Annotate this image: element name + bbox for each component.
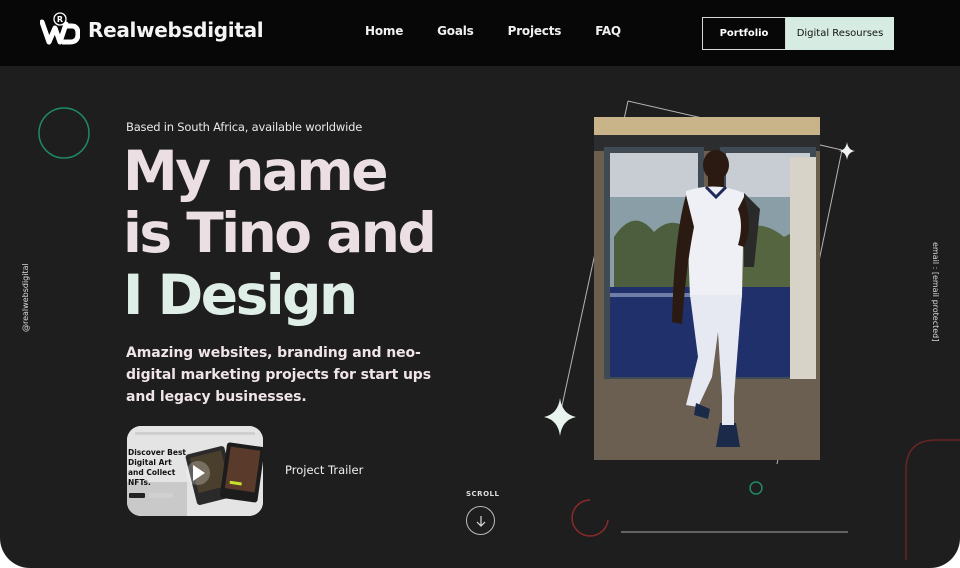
hero-headline: My name is Tino and I Design [123,139,437,327]
nav-goals[interactable]: Goals [437,24,474,38]
nav-projects[interactable]: Projects [508,24,562,38]
digital-resources-button[interactable]: Digital Resourses [786,17,894,50]
brand-logo[interactable]: R Realwebsdigital [39,12,264,48]
scroll-down-button[interactable] [466,506,495,535]
portrait-illustration [594,117,820,460]
top-navbar: R Realwebsdigital Home Goals Projects FA… [0,0,960,66]
main-menu: Home Goals Projects FAQ [365,24,655,38]
headline-line-3: I Design [123,263,358,327]
nav-home[interactable]: Home [365,24,403,38]
trailer-thumb-heading: Discover Best Digital Art and Collect NF… [128,448,186,487]
social-handle[interactable]: @realwebsdigital [21,263,30,332]
project-trailer-thumbnail[interactable]: Discover Best Digital Art and Collect NF… [127,426,263,516]
portfolio-button[interactable]: Portfolio [702,17,786,50]
red-corner-decoration [905,439,960,560]
svg-text:R: R [57,15,63,24]
hero-description: Amazing websites, branding and neo-digit… [126,345,431,405]
small-green-ring [749,481,763,495]
page-frame: R Realwebsdigital Home Goals Projects FA… [0,0,960,568]
green-ring-decoration [38,107,90,159]
headline-line-1: My name [123,139,389,203]
arrow-down-icon [476,515,485,527]
project-trailer-label[interactable]: Project Trailer [285,463,363,477]
red-arc-decoration [571,499,609,537]
portrait-photo [594,117,820,460]
contact-email[interactable]: email : [email protected] [931,242,940,341]
logo-icon: R [39,12,81,48]
sparkle-icon-large [544,398,576,436]
nav-faq[interactable]: FAQ [595,24,621,38]
scroll-label: SCROLL [466,490,500,498]
brand-name: Realwebsdigital [88,18,264,42]
hero-tagline: Based in South Africa, available worldwi… [126,120,363,134]
sparkle-icon-small [839,142,855,160]
headline-line-2: is Tino and [123,201,437,265]
